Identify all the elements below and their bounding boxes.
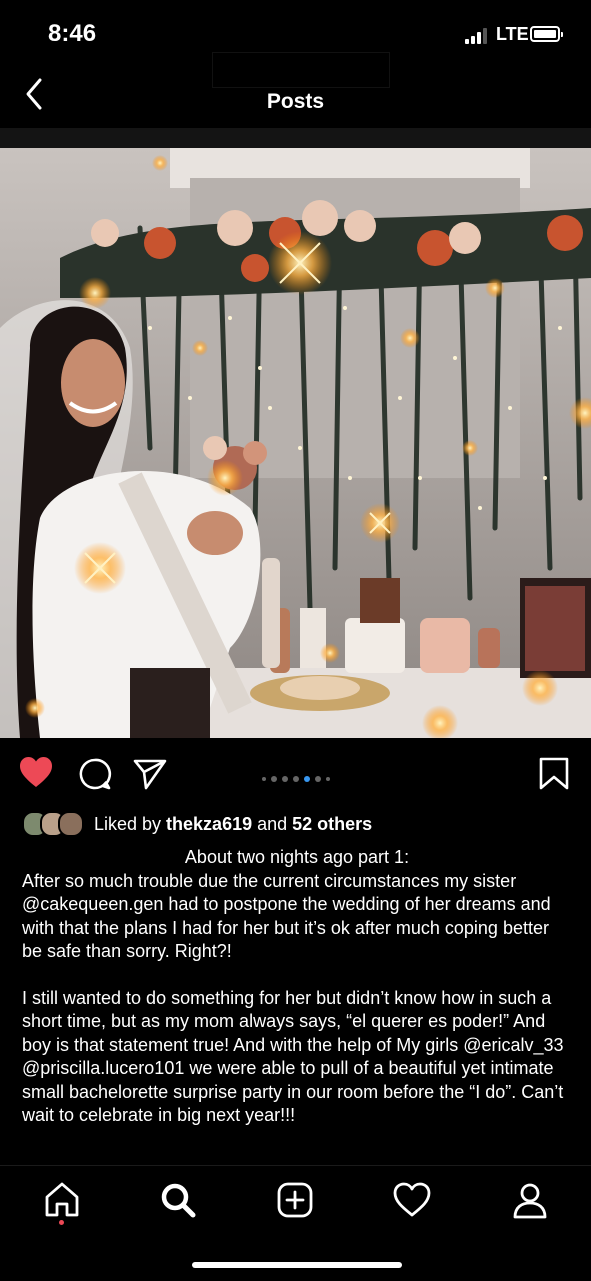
save-button[interactable] xyxy=(538,757,570,796)
post-actions xyxy=(0,745,591,805)
tab-new-post[interactable] xyxy=(275,1180,315,1220)
avatar xyxy=(58,811,84,837)
post-caption: About two nights ago part 1: After so mu… xyxy=(22,846,572,1128)
likes-others[interactable]: 52 others xyxy=(292,814,372,835)
page-title: Posts xyxy=(266,90,325,113)
liker-username[interactable]: thekza619 xyxy=(166,814,252,835)
comment-icon xyxy=(79,758,112,790)
post-photo[interactable] xyxy=(0,148,591,738)
carousel-indicator xyxy=(262,770,335,782)
share-button[interactable] xyxy=(132,757,168,796)
likes-prefix: Liked by xyxy=(94,813,167,834)
notification-dot xyxy=(59,1220,64,1225)
carousel-dot xyxy=(326,776,330,781)
caption-paragraph: After so much trouble due the current ci… xyxy=(22,870,551,962)
tab-home[interactable] xyxy=(42,1180,82,1220)
new-post-icon xyxy=(277,1182,313,1218)
paper-plane-icon xyxy=(133,759,167,790)
post-image xyxy=(0,148,591,738)
network-type: LTE xyxy=(496,24,529,44)
likes-middle: and xyxy=(252,813,293,834)
carousel-dot xyxy=(271,775,277,782)
like-button[interactable] xyxy=(18,755,54,794)
tab-profile[interactable] xyxy=(510,1180,550,1220)
carousel-dot xyxy=(315,775,321,782)
comment-button[interactable] xyxy=(78,757,112,796)
bookmark-icon xyxy=(539,757,569,790)
carousel-dot xyxy=(282,775,288,782)
search-icon xyxy=(161,1183,196,1218)
caption-paragraph: I still wanted to do something for her b… xyxy=(22,987,564,1126)
home-indicator xyxy=(192,1262,402,1268)
tab-activity[interactable] xyxy=(392,1180,432,1220)
home-icon xyxy=(45,1182,79,1217)
carousel-dot xyxy=(293,775,299,782)
carousel-dot xyxy=(262,776,266,781)
previous-post-edge xyxy=(0,128,591,148)
caption-header: About two nights ago part 1: xyxy=(184,847,410,867)
redacted-username xyxy=(212,52,390,88)
likes-summary[interactable]: Liked by thekza619 and 52 others xyxy=(22,810,372,838)
heart-filled-icon xyxy=(20,757,52,787)
status-time: 8:46 xyxy=(48,20,97,47)
profile-icon xyxy=(513,1183,547,1219)
tab-search[interactable] xyxy=(158,1180,198,1220)
carousel-dot xyxy=(304,775,310,782)
battery-icon xyxy=(530,26,563,42)
signal-strength-icon xyxy=(465,28,491,44)
liker-avatars xyxy=(22,811,84,837)
activity-heart-icon xyxy=(393,1182,431,1217)
